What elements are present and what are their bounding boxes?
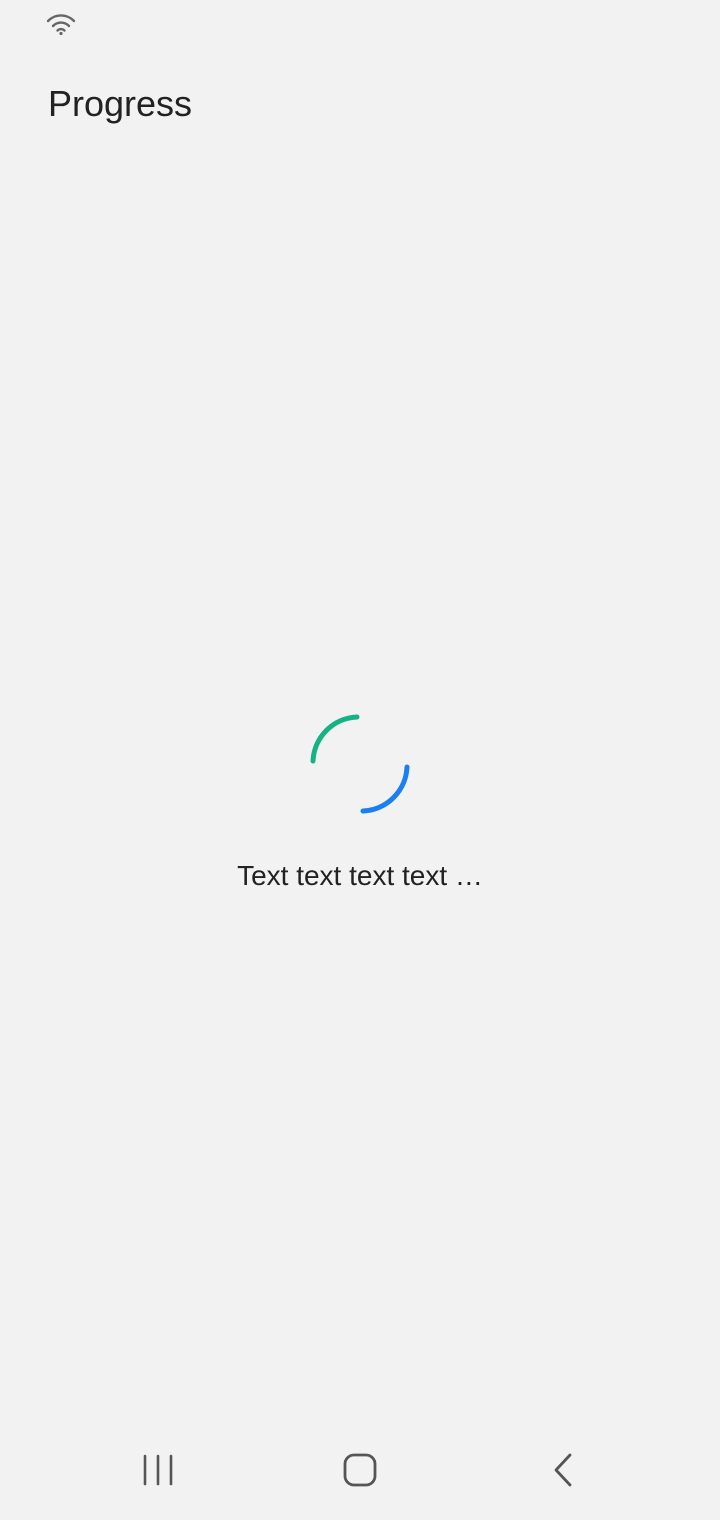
page-title: Progress: [48, 83, 193, 124]
navigation-bar: [0, 1424, 720, 1520]
status-bar: [0, 0, 720, 48]
recents-button[interactable]: [110, 1424, 206, 1520]
recents-icon: [141, 1454, 175, 1491]
spinner-arc-primary: [310, 714, 360, 764]
wifi-icon: [45, 12, 77, 36]
spinner-arc-secondary: [360, 764, 410, 814]
progress-message: Text text text text …: [237, 860, 483, 891]
progress-spinner: [305, 709, 415, 819]
back-button[interactable]: [515, 1424, 611, 1520]
home-button[interactable]: [312, 1424, 408, 1520]
back-icon: [551, 1452, 575, 1493]
home-icon: [342, 1452, 378, 1493]
